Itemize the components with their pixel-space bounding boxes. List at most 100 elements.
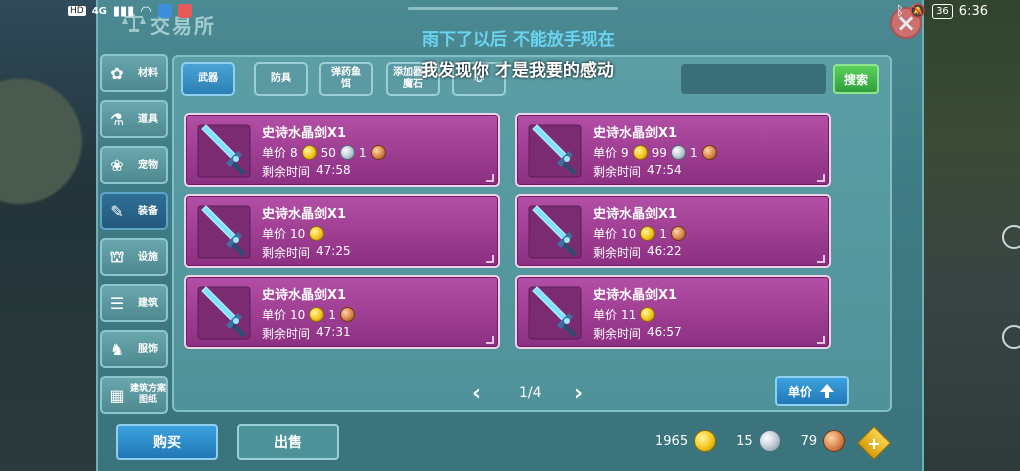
building-icon: ☰ (109, 293, 125, 313)
gold-coin-icon (640, 226, 656, 241)
lyric-subtitle-line-2: 我发现你 才是我要的感动 (421, 61, 614, 81)
network-tag: 4G (91, 5, 107, 17)
gold-price: 8 (290, 145, 298, 160)
item-name: 史诗水晶剑X1 (593, 126, 678, 141)
lyric-subtitle-line-1: 雨下了以后 不能放手现在 (422, 30, 615, 50)
price-row: 单价 11 (593, 306, 656, 323)
silver-amount: 15 (736, 433, 753, 449)
item-name: 史诗水晶剑X1 (262, 288, 347, 303)
copper-price: 1 (358, 145, 367, 160)
tab-weapons[interactable]: 武器 (181, 62, 235, 96)
copper-coin-icon (339, 307, 355, 322)
time-remaining: 47:31 (316, 325, 351, 339)
item-name: 史诗水晶剑X1 (262, 126, 347, 141)
gold-amount: 1965 (655, 433, 689, 449)
buy-tab-button[interactable]: 购买 (116, 424, 218, 460)
sidebar-item-label: 宠物 (138, 159, 158, 171)
price-row: 单价 10 1 (262, 306, 355, 323)
item-name: 史诗水晶剑X1 (262, 207, 347, 222)
silver-coin-icon (339, 145, 355, 160)
time-label: 剩余时间 (593, 327, 642, 341)
tab-armor[interactable]: 防具 (254, 62, 308, 96)
price-label: 单价 (262, 146, 287, 160)
gold-coin-icon (632, 145, 648, 160)
listing-card[interactable]: 史诗水晶剑X1 单价 10 1 剩余时间 47:31 (184, 275, 500, 349)
tab-ammo-bait[interactable]: 弹药鱼饵 (319, 62, 373, 96)
search-input[interactable] (681, 64, 826, 94)
clock: 6:36 (958, 3, 988, 19)
price-row: 单价 9 99 1 (593, 144, 717, 161)
signal-icon: ▮▮▮ (112, 3, 135, 19)
sort-by-price-button[interactable]: 单价 (775, 376, 849, 406)
crystal-sword-icon (527, 285, 583, 341)
expand-corner-icon (486, 174, 494, 182)
page-indicator: 1/4 (519, 385, 542, 401)
silver-coin-icon (670, 145, 686, 160)
time-remaining: 46:22 (647, 244, 682, 258)
status-bar: HD 4G ▮▮▮ ◠ ᛒ 🔕 36 6:36 (0, 0, 1020, 22)
listing-card[interactable]: 史诗水晶剑X1 单价 11 剩余时间 46:57 (515, 275, 831, 349)
copper-coin-icon (701, 145, 717, 160)
time-remaining: 47:58 (316, 163, 351, 177)
potion-icon: ⚗ (109, 109, 125, 129)
wifi-icon: ◠ (140, 3, 152, 19)
expand-corner-icon (817, 255, 825, 263)
sidebar-item-label: 服饰 (138, 343, 158, 355)
hd-badge: HD (68, 6, 86, 16)
next-page-button[interactable]: › (574, 381, 583, 406)
bluetooth-icon: ᛒ (896, 3, 904, 19)
gold-coin-icon (640, 307, 656, 322)
sidebar-item-clothing[interactable]: ♞ 服饰 (100, 330, 168, 368)
gold-coin-icon (309, 226, 325, 241)
mute-icon: 🔕 (909, 3, 927, 19)
expand-corner-icon (817, 336, 825, 344)
sort-label: 单价 (787, 384, 812, 399)
price-label: 单价 (593, 227, 618, 241)
silver-coin-icon (758, 430, 781, 452)
plus-icon: + (867, 433, 881, 453)
listing-card[interactable]: 史诗水晶剑X1 单价 10 剩余时间 47:25 (184, 194, 500, 268)
facility-icon: ⛫ (109, 246, 125, 266)
sidebar-item-facility[interactable]: ⛫ 设施 (100, 238, 168, 276)
copper-coin-icon (370, 145, 386, 160)
tab-label: 武器 (198, 73, 218, 84)
price-row: 单价 8 50 1 (262, 144, 386, 161)
copper-amount: 79 (800, 433, 818, 449)
silver-price: 50 (320, 145, 336, 160)
price-label: 单价 (593, 146, 618, 160)
game-background-right (924, 0, 1020, 471)
materials-icon: ✿ (110, 63, 124, 83)
paw-icon: ❀ (110, 155, 124, 175)
time-label: 剩余时间 (262, 327, 311, 341)
time-label: 剩余时间 (593, 165, 642, 179)
price-row: 单价 10 1 (593, 225, 686, 242)
copper-price: 1 (328, 307, 336, 322)
crystal-sword-icon (527, 123, 583, 179)
sidebar-item-building[interactable]: ☰ 建筑 (100, 284, 168, 322)
sidebar-item-label: 材料 (138, 67, 158, 79)
previous-page-button[interactable]: ‹ (472, 381, 481, 406)
price-label: 单价 (593, 308, 618, 322)
search-button[interactable]: 搜索 (833, 64, 879, 94)
sidebar-item-paw[interactable]: ❀ 宠物 (100, 146, 168, 184)
gold-price: 10 (621, 226, 637, 241)
listing-card[interactable]: 史诗水晶剑X1 单价 9 99 1 剩余时间 47:54 (515, 113, 831, 187)
sidebar-item-label: 道具 (138, 113, 158, 125)
copper-price: 1 (659, 226, 667, 241)
price-label: 单价 (262, 227, 287, 241)
copper-coin-icon (670, 226, 686, 241)
time-row: 剩余时间 46:22 (593, 244, 682, 261)
gold-price: 11 (621, 307, 637, 322)
sidebar-item-blueprint[interactable]: ▦ 建筑方案图纸 (100, 376, 168, 414)
listing-card[interactable]: 史诗水晶剑X1 单价 10 1 剩余时间 46:22 (515, 194, 831, 268)
sidebar-item-label: 建筑 (138, 297, 158, 309)
sidebar-item-potion[interactable]: ⚗ 道具 (100, 100, 168, 138)
sell-tab-button[interactable]: 出售 (237, 424, 339, 460)
time-label: 剩余时间 (262, 246, 311, 260)
listing-card[interactable]: 史诗水晶剑X1 单价 8 50 1 剩余时间 47:58 (184, 113, 500, 187)
tab-label: 弹药鱼饵 (331, 67, 361, 90)
sidebar-item-equipment[interactable]: ✎ 装备 (100, 192, 168, 230)
time-row: 剩余时间 47:58 (262, 163, 351, 180)
time-label: 剩余时间 (262, 165, 311, 179)
sidebar-item-materials[interactable]: ✿ 材料 (100, 54, 168, 92)
